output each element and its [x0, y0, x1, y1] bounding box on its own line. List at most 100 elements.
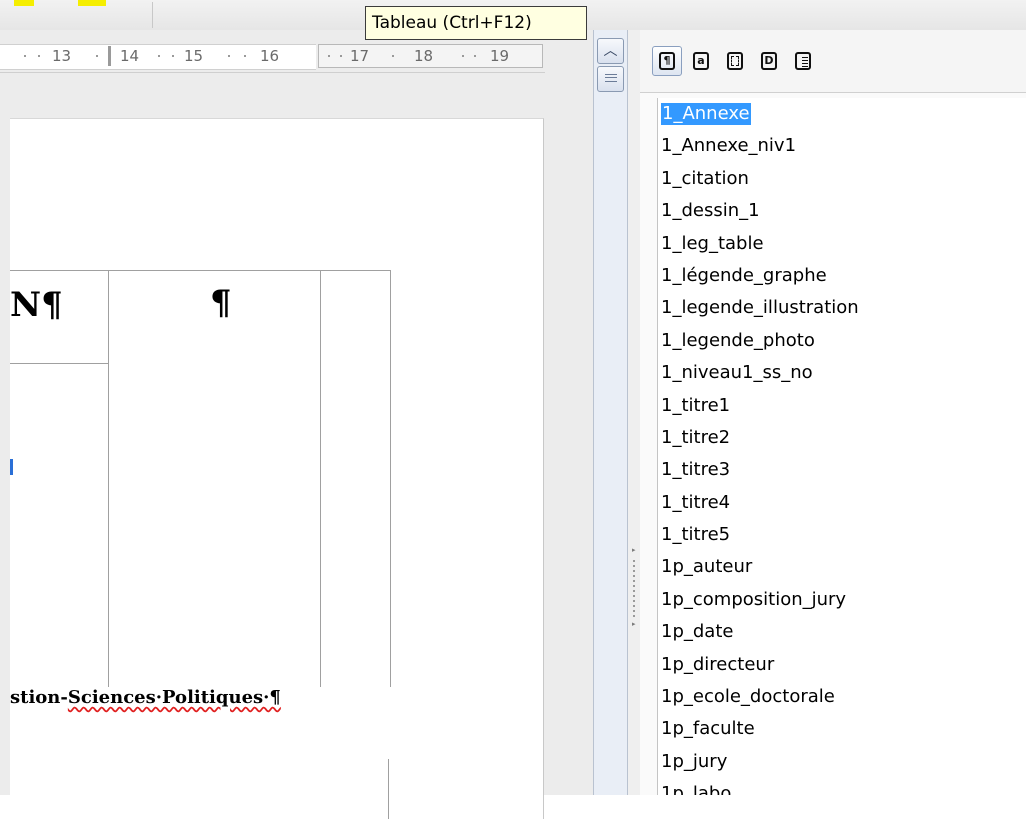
paragraph-icon: ¶: [659, 52, 675, 70]
document-table[interactable]: N¶ ¶: [10, 270, 391, 687]
ruler-dot: [474, 55, 476, 57]
ruler-tick: 14: [120, 47, 140, 65]
ruler-dot: [462, 55, 464, 57]
style-name: 1_titre1: [661, 394, 731, 416]
table-cell-text[interactable]: N¶: [10, 285, 63, 325]
caption-prefix: stion-: [10, 687, 68, 708]
style-list-item[interactable]: 1_titre5: [658, 519, 1026, 551]
document-area: 13 14 15 16 17 18 19 N¶ ¶ stion-Sciences…: [0, 30, 593, 819]
ruler-dot: [244, 55, 246, 57]
style-name: 1p_composition_jury: [661, 588, 847, 610]
toolbar-highlight: [14, 0, 34, 6]
ruler-dot: [24, 55, 26, 57]
styles-sidebar: ¶ a D 1_Annexe 1_Annexe_niv1 1_citation …: [640, 30, 1026, 795]
toolbar-highlight: [78, 0, 106, 6]
list-icon: [795, 52, 811, 70]
ruler-dot: [392, 55, 394, 57]
ruler-dot: [228, 55, 230, 57]
style-name: 1p_auteur: [661, 556, 753, 578]
character-icon: a: [693, 52, 709, 70]
style-name: 1_titre4: [661, 491, 731, 513]
style-list-item[interactable]: 1_titre4: [658, 487, 1026, 519]
style-list-item[interactable]: 1p_jury: [658, 746, 1026, 778]
style-name: 1p_labo: [661, 783, 732, 795]
ruler-tick: 19: [490, 47, 510, 65]
page-styles-button[interactable]: D: [754, 46, 784, 76]
scroll-thumb[interactable]: [597, 66, 624, 92]
ruler-dot: [96, 55, 98, 57]
style-name: 1_Annexe_niv1: [661, 135, 797, 157]
splitter-grip[interactable]: [633, 560, 635, 618]
ruler-dot: [38, 55, 40, 57]
style-list-item[interactable]: 1p_labo: [658, 778, 1026, 795]
style-name: 1_legende_photo: [661, 329, 815, 351]
ruler-tick: 13: [52, 47, 72, 65]
ruler-dot: [172, 55, 174, 57]
style-name: 1p_jury: [661, 750, 728, 772]
style-list-item[interactable]: 1_legende_illustration: [658, 292, 1026, 324]
paragraph-styles-button[interactable]: ¶: [652, 46, 682, 76]
ruler-column-marker[interactable]: [108, 46, 111, 66]
style-list-item[interactable]: 1_titre2: [658, 422, 1026, 454]
style-list-item[interactable]: 1_legende_photo: [658, 325, 1026, 357]
table-cell-border: [388, 759, 389, 819]
style-list-item[interactable]: 1_citation: [658, 163, 1026, 195]
table-cell-border: [10, 363, 108, 364]
style-list-item[interactable]: 1p_composition_jury: [658, 584, 1026, 616]
character-styles-button[interactable]: a: [686, 46, 716, 76]
table-cell-border: [108, 271, 109, 687]
style-name: 1p_ecole_doctorale: [661, 686, 835, 708]
styles-toolbar: ¶ a D: [640, 30, 1026, 93]
style-list-item[interactable]: 1p_faculte: [658, 713, 1026, 745]
vertical-scrollbar[interactable]: ︿: [593, 30, 628, 795]
style-list-item[interactable]: 1_titre3: [658, 454, 1026, 486]
horizontal-ruler[interactable]: 13 14 15 16 17 18 19: [0, 42, 545, 73]
style-name: 1_niveau1_ss_no: [661, 362, 813, 384]
ruler-dot: [158, 55, 160, 57]
style-list-item[interactable]: 1p_auteur: [658, 551, 1026, 583]
frame-styles-button[interactable]: [720, 46, 750, 76]
list-styles-button[interactable]: [788, 46, 818, 76]
frame-icon: [727, 52, 743, 70]
ruler-tick: 18: [414, 47, 434, 65]
style-name: 1_titre3: [661, 459, 731, 481]
style-name: 1_leg_table: [661, 232, 764, 254]
style-name: 1_legende_illustration: [661, 297, 859, 319]
style-list-item[interactable]: 1_Annexe_niv1: [658, 130, 1026, 162]
ruler-dot: [340, 55, 342, 57]
style-list[interactable]: 1_Annexe 1_Annexe_niv1 1_citation 1_dess…: [657, 98, 1026, 795]
document-caption[interactable]: stion-Sciences·Politiques·¶: [10, 687, 281, 708]
style-list-item[interactable]: 1_niveau1_ss_no: [658, 357, 1026, 389]
style-list-item[interactable]: 1_Annexe: [658, 98, 1026, 130]
style-list-item[interactable]: 1p_directeur: [658, 649, 1026, 681]
style-name: 1p_directeur: [661, 653, 775, 675]
ruler-tick: 17: [350, 47, 370, 65]
table-cell-border: [320, 271, 321, 687]
style-name: 1p_date: [661, 621, 734, 643]
style-list-item[interactable]: 1p_date: [658, 616, 1026, 648]
style-list-item[interactable]: 1_légende_graphe: [658, 260, 1026, 292]
style-name: 1_titre5: [661, 524, 731, 546]
style-list-item[interactable]: 1_titre1: [658, 390, 1026, 422]
style-list-item[interactable]: 1_leg_table: [658, 228, 1026, 260]
arrow-right-icon: ▸: [632, 620, 636, 628]
table-cell-text[interactable]: ¶: [210, 283, 232, 323]
chevron-up-icon: ︿: [603, 43, 618, 59]
caption-text: Sciences·Politiques·¶: [67, 687, 281, 708]
style-name: 1_citation: [661, 167, 749, 189]
style-name: 1_dessin_1: [661, 200, 760, 222]
style-list-item[interactable]: 1p_ecole_doctorale: [658, 681, 1026, 713]
style-name: 1_légende_graphe: [661, 264, 827, 286]
tooltip: Tableau (Ctrl+F12): [365, 6, 587, 40]
document-page[interactable]: N¶ ¶ stion-Sciences·Politiques·¶: [10, 118, 544, 819]
ruler-tick: 15: [184, 47, 204, 65]
scroll-up-button[interactable]: ︿: [597, 38, 624, 64]
style-name: 1_titre2: [661, 426, 731, 448]
ruler-tick: 16: [260, 47, 280, 65]
page-icon: D: [761, 52, 777, 70]
style-name: 1p_faculte: [661, 718, 755, 740]
style-list-item[interactable]: 1_dessin_1: [658, 195, 1026, 227]
grip-lines-icon: [604, 74, 617, 82]
style-name: 1_Annexe: [661, 103, 751, 125]
toolbar-separator: [152, 2, 153, 28]
